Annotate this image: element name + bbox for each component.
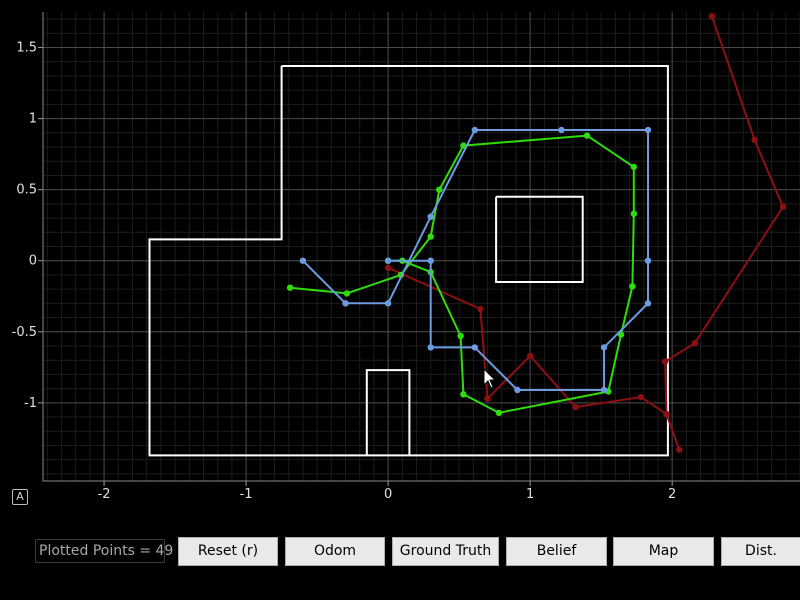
trajectory-point [691, 339, 699, 347]
y-tick-label: -0.5 [12, 325, 37, 340]
trajectory-point [343, 290, 351, 297]
trajectory-point [384, 257, 392, 264]
trajectory-point [644, 126, 652, 134]
trajectory-point [583, 132, 591, 139]
trajectory-point [630, 163, 637, 171]
trajectory-point [460, 391, 467, 398]
mouse-pointer-icon [483, 368, 497, 389]
trajectory-point [484, 395, 491, 402]
trajectory-point [436, 186, 443, 193]
trajectory-point [637, 393, 645, 401]
trajectory-point [600, 386, 608, 394]
trajectory-point [286, 284, 294, 291]
trajectory-point [471, 126, 478, 134]
x-tick-label: -2 [98, 487, 111, 502]
y-tick-label: 1 [29, 112, 37, 127]
plotted-points-readout: Plotted Points = 49 [35, 539, 173, 563]
ground-truth-button[interactable]: Ground Truth [392, 537, 499, 566]
x-tick-label: 2 [668, 487, 676, 502]
trajectory-point [299, 257, 307, 264]
trajectory-point [384, 264, 392, 271]
x-tick-label: 1 [526, 487, 534, 502]
odom-button[interactable]: Odom [285, 537, 385, 566]
trajectory-point [427, 233, 434, 240]
trajectory-point [427, 344, 434, 351]
trajectory-plot[interactable]: -2 -1 0 1 2 1.5 1 0.5 0 -0.5 -1 [0, 0, 800, 520]
y-tick-label: -1 [24, 396, 37, 411]
trajectory-point [663, 411, 670, 418]
trajectory-point [644, 300, 652, 307]
trajectory-point [457, 332, 464, 340]
belief-button[interactable]: Belief [506, 537, 607, 566]
trajectory-point [427, 213, 434, 220]
trajectory-point [708, 13, 716, 20]
trajectory-point [527, 352, 534, 360]
trajectory-point [558, 126, 565, 134]
y-tick-label: 0 [29, 254, 37, 269]
x-tick-label: -1 [240, 487, 253, 502]
trajectory-point [630, 210, 637, 217]
autoscale-button[interactable]: A [12, 489, 28, 505]
y-tick-label: 1.5 [16, 41, 37, 56]
trajectory-point [661, 358, 669, 365]
trajectory-point [751, 136, 758, 144]
trajectory-point [676, 446, 683, 453]
trajectory-point [495, 409, 503, 416]
trajectory-point [514, 386, 521, 394]
trajectory-point [629, 283, 636, 290]
reset-button[interactable]: Reset (r) [178, 537, 278, 566]
trajectory-point [342, 300, 349, 307]
trajectory-point [471, 344, 478, 351]
dist-button[interactable]: Dist. [721, 537, 800, 566]
trajectory-point [477, 305, 484, 313]
trajectory-point [427, 257, 434, 264]
trajectory-point [600, 344, 608, 351]
map-button[interactable]: Map [613, 537, 714, 566]
trajectory-point [779, 203, 787, 210]
trajectory-point [384, 300, 392, 307]
x-tick-label: 0 [384, 487, 392, 502]
trajectory-point [644, 257, 652, 264]
trajectory-point [572, 403, 579, 411]
y-tick-label: 0.5 [16, 183, 37, 198]
